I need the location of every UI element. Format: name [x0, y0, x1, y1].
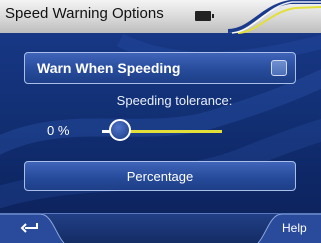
- slider-thumb[interactable]: [109, 119, 131, 141]
- speeding-tolerance-value: 0 %: [47, 123, 70, 138]
- percentage-button-label: Percentage: [126, 169, 194, 184]
- warn-when-speeding-checkbox[interactable]: [271, 60, 287, 76]
- back-button[interactable]: [0, 213, 62, 243]
- help-button[interactable]: Help: [260, 213, 321, 243]
- speeding-tolerance-label: Speeding tolerance:: [116, 93, 233, 108]
- percentage-button[interactable]: Percentage: [24, 161, 296, 191]
- title-bar-curve: [228, 0, 321, 34]
- warn-when-speeding-label: Warn When Speeding: [37, 60, 181, 76]
- speeding-tolerance-slider[interactable]: [102, 119, 224, 143]
- back-arrow-icon: [20, 223, 38, 233]
- warn-when-speeding-button[interactable]: Warn When Speeding: [24, 52, 296, 84]
- help-label: Help: [282, 221, 307, 235]
- speed-warning-screen: Speed Warning Options Warn When Speeding…: [0, 0, 321, 243]
